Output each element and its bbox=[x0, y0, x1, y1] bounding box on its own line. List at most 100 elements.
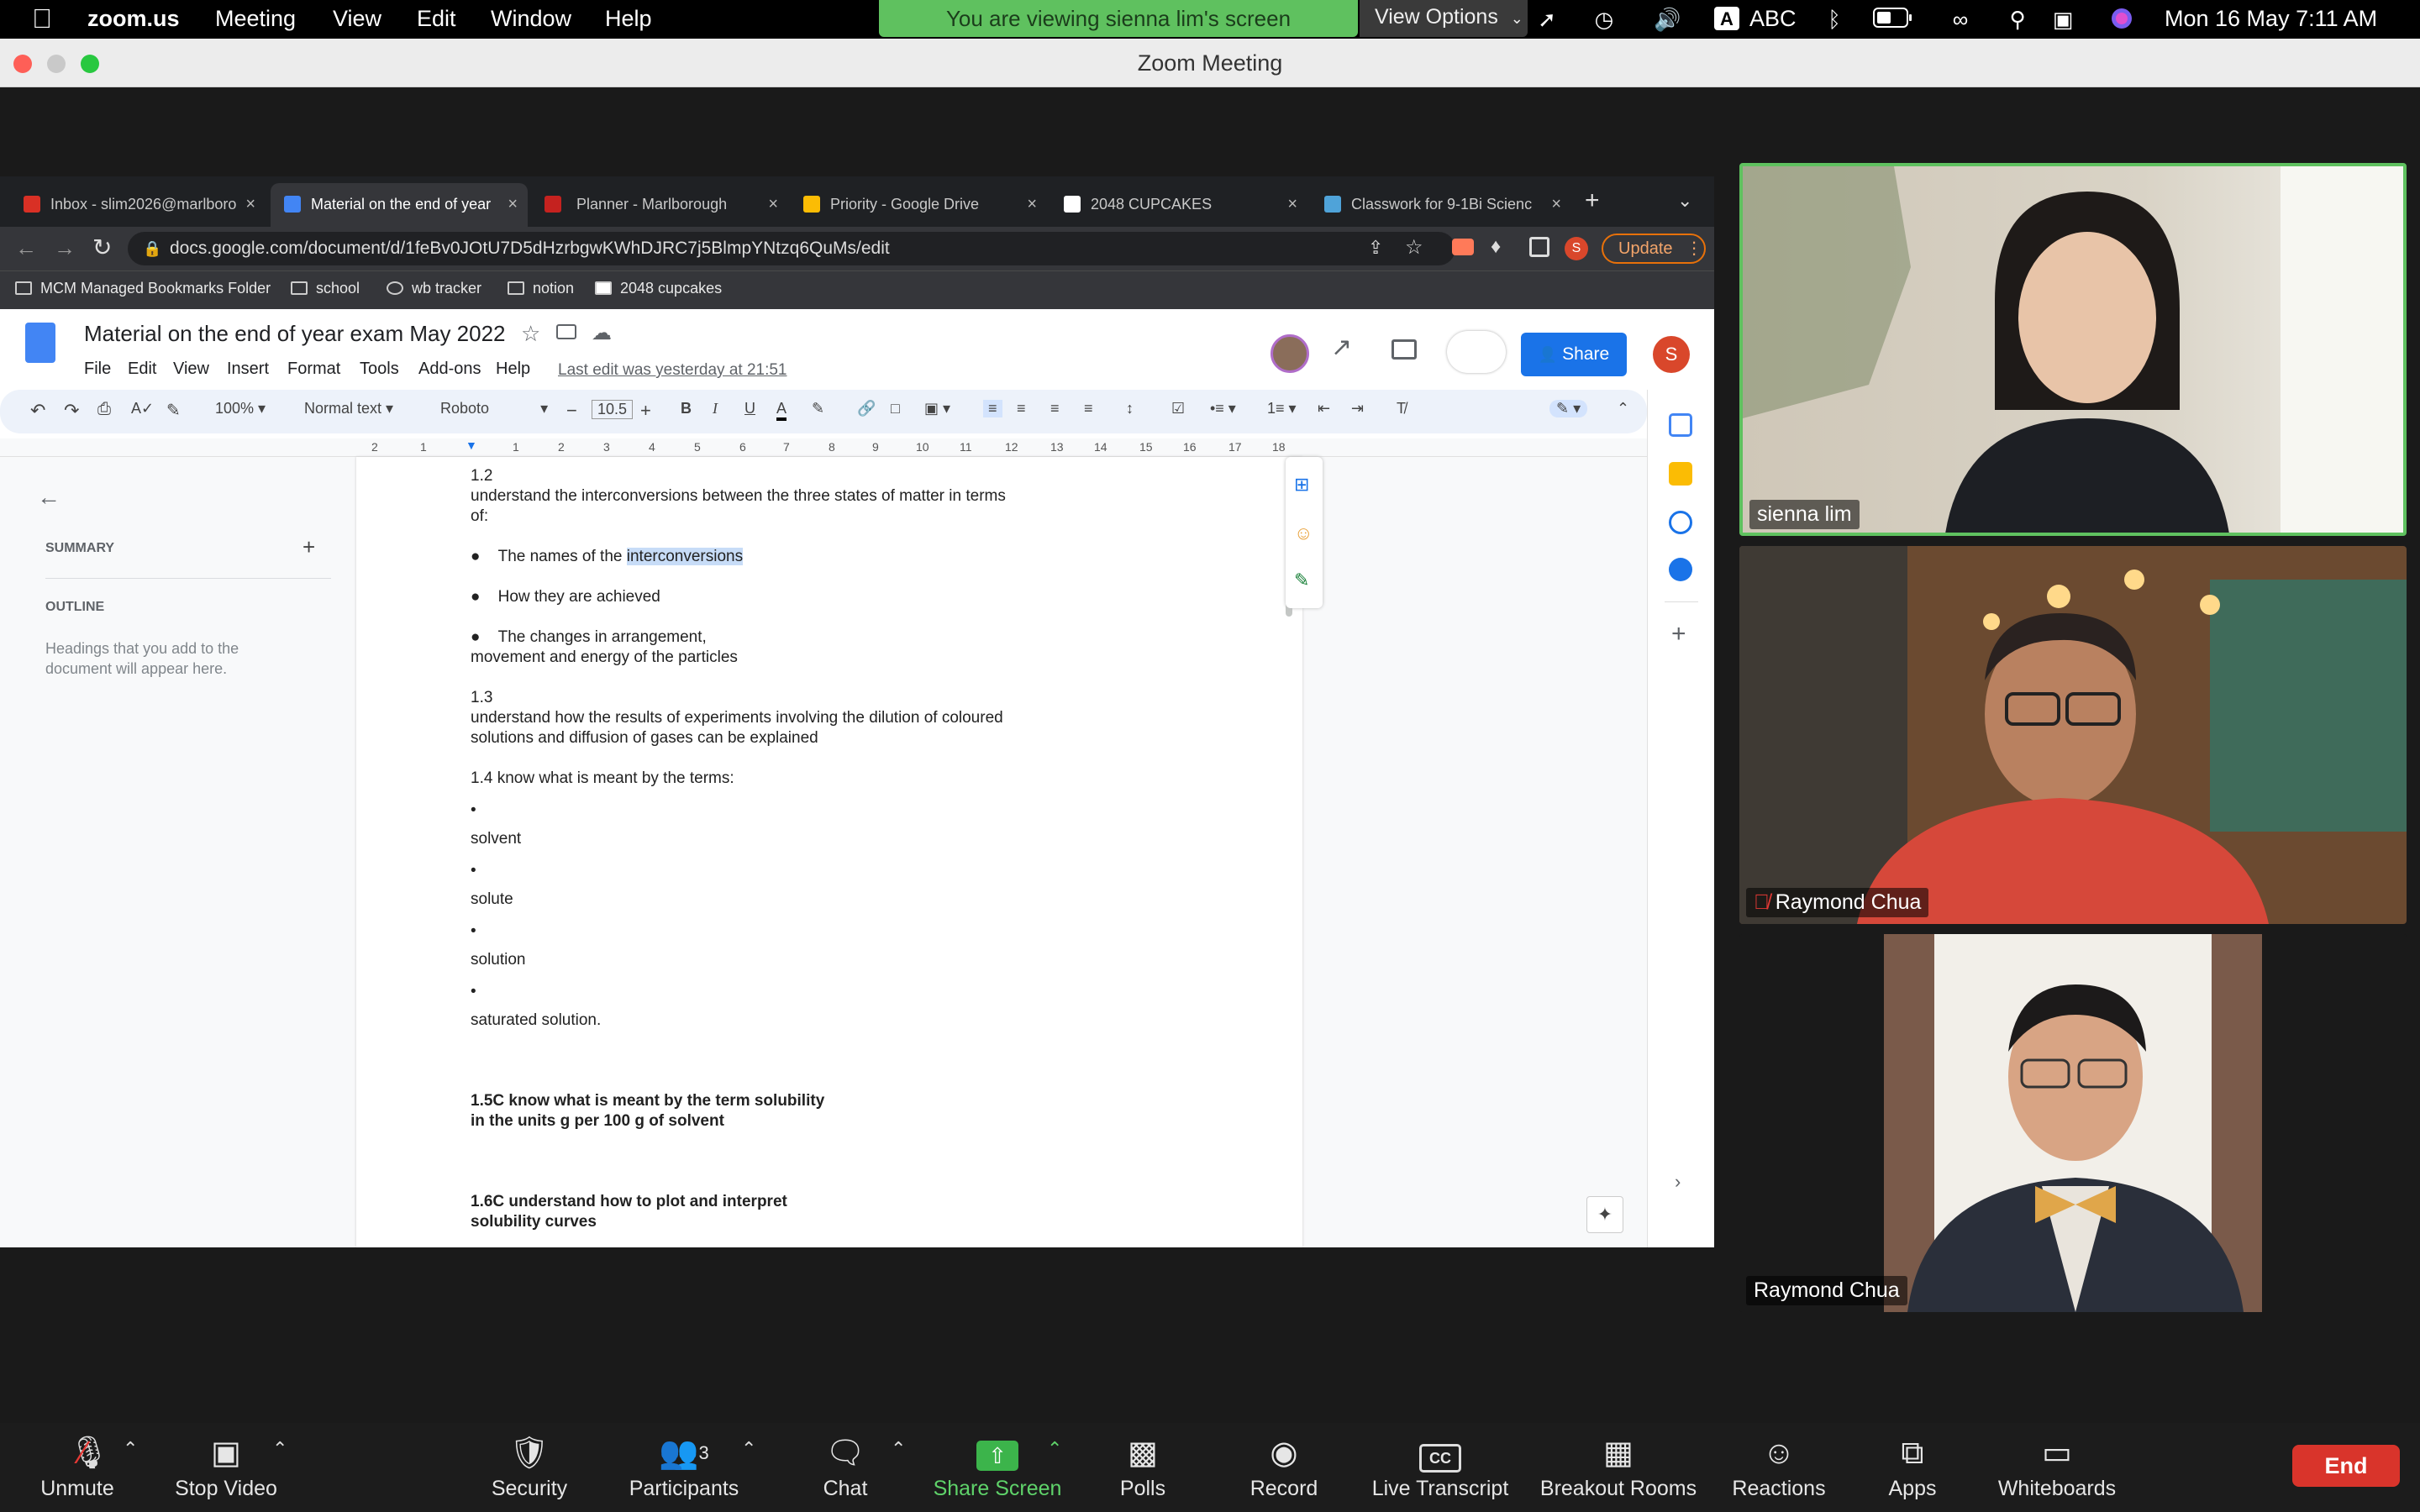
menu-meeting[interactable]: Meeting bbox=[215, 6, 296, 32]
decrease-indent-icon[interactable]: ⇤ bbox=[1318, 400, 1330, 417]
spellcheck-icon[interactable]: A✓ bbox=[131, 400, 154, 417]
star-icon[interactable]: ☆ bbox=[521, 321, 540, 347]
meet-join-icon[interactable] bbox=[1447, 331, 1506, 373]
back-icon[interactable]: ← bbox=[15, 235, 37, 261]
input-source-icon[interactable]: A bbox=[1714, 7, 1739, 30]
volume-icon[interactable]: 🔊 bbox=[1654, 7, 1681, 32]
bookmark-school[interactable]: school bbox=[291, 280, 360, 297]
share-options-chevron-icon[interactable]: ⌃ bbox=[1047, 1438, 1062, 1460]
close-outline-arrow-icon[interactable]: ← bbox=[37, 484, 60, 511]
input-source-label[interactable]: ABC bbox=[1749, 6, 1797, 32]
docs-menu-tools[interactable]: Tools bbox=[360, 360, 399, 379]
browser-tab-cupcakes[interactable]: 2048 CUPCAKES × bbox=[1050, 183, 1307, 227]
extension-icon[interactable] bbox=[1452, 239, 1474, 255]
numbered-list-icon[interactable]: 1≡ ▾ bbox=[1267, 400, 1297, 417]
add-comment-icon[interactable]: ⊞ bbox=[1294, 474, 1309, 496]
bookmark-managed-folder[interactable]: MCM Managed Bookmarks Folder bbox=[15, 280, 271, 297]
browser-tab-drive[interactable]: Priority - Google Drive × bbox=[790, 183, 1047, 227]
live-transcript-button[interactable]: CC Live Transcript bbox=[1366, 1433, 1514, 1509]
style-select[interactable]: Normal text ▾ bbox=[304, 400, 393, 417]
bookmark-wb-tracker[interactable]: wb tracker bbox=[387, 280, 481, 297]
zoom-select[interactable]: 100% ▾ bbox=[215, 400, 266, 417]
menu-help[interactable]: Help bbox=[605, 6, 652, 32]
participants-options-chevron-icon[interactable]: ⌃ bbox=[741, 1438, 756, 1460]
new-tab-icon[interactable]: + bbox=[1585, 186, 1600, 215]
extensions-puzzle-icon[interactable]: ♦ bbox=[1491, 235, 1501, 259]
siri-icon[interactable] bbox=[2109, 7, 2134, 32]
docs-menu-help[interactable]: Help bbox=[496, 360, 530, 379]
bookmark-notion[interactable]: notion bbox=[508, 280, 574, 297]
browser-tab-planner[interactable]: Planner - Marlborough × bbox=[531, 183, 788, 227]
insert-link-icon[interactable]: 🔗 bbox=[857, 400, 876, 417]
forward-icon[interactable]: → bbox=[54, 235, 76, 261]
security-button[interactable]: 🛡 Security bbox=[487, 1433, 571, 1509]
checklist-icon[interactable]: ☑ bbox=[1171, 400, 1185, 417]
contacts-icon[interactable] bbox=[1669, 558, 1692, 581]
screen-mirroring-icon[interactable]: ∞ bbox=[1948, 7, 1973, 32]
profile-avatar[interactable]: S bbox=[1565, 237, 1588, 260]
docs-share-button[interactable]: 👤 Share bbox=[1521, 333, 1627, 376]
browser-tab-docs[interactable]: Material on the end of year × bbox=[271, 183, 528, 227]
browser-tab-classwork[interactable]: Classwork for 9-1Bi Scienc × bbox=[1311, 183, 1571, 227]
align-left-icon[interactable]: ≡ bbox=[983, 400, 1002, 417]
battery-icon[interactable] bbox=[1872, 7, 1914, 32]
bluetooth-icon[interactable]: ᛒ bbox=[1822, 7, 1847, 32]
reload-icon[interactable]: ↻ bbox=[92, 234, 112, 261]
get-addons-icon[interactable]: + bbox=[1671, 620, 1686, 648]
url-field[interactable]: 🔒 docs.google.com/document/d/1feBv0JOtU7… bbox=[128, 232, 1455, 265]
calendar-icon[interactable] bbox=[1669, 413, 1692, 437]
tab-search-chevron-icon[interactable]: ⌄ bbox=[1677, 190, 1692, 212]
menu-edit[interactable]: Edit bbox=[417, 6, 456, 32]
collapse-menus-chevron-icon[interactable]: ⌃ bbox=[1617, 400, 1629, 417]
polls-button[interactable]: ▩ Polls bbox=[1109, 1433, 1176, 1509]
shared-screen[interactable]: Inbox - slim2026@marlboro × Material on … bbox=[0, 176, 1714, 1247]
bold-icon[interactable]: B bbox=[681, 400, 692, 417]
side-panel-icon[interactable] bbox=[1529, 237, 1549, 257]
close-tab-icon[interactable]: × bbox=[508, 183, 518, 225]
increase-font-size-icon[interactable]: + bbox=[640, 400, 651, 422]
insert-image-icon[interactable]: ▣ ▾ bbox=[924, 400, 950, 417]
view-options-button[interactable]: View Options ⌄ bbox=[1360, 0, 1528, 37]
tasks-icon[interactable] bbox=[1669, 511, 1692, 534]
clear-formatting-icon[interactable]: T̸ bbox=[1397, 400, 1406, 417]
bulleted-list-icon[interactable]: •≡ ▾ bbox=[1210, 400, 1236, 417]
apps-button[interactable]: ⧉ Apps bbox=[1879, 1433, 1946, 1509]
highlight-color-icon[interactable]: ✎ bbox=[812, 400, 824, 417]
stop-video-button[interactable]: ▣ Stop Video bbox=[173, 1433, 279, 1509]
close-tab-icon[interactable]: × bbox=[768, 183, 778, 225]
bookmark-2048-cupcakes[interactable]: 2048 cupcakes bbox=[595, 280, 722, 297]
align-center-icon[interactable]: ≡ bbox=[1017, 400, 1026, 417]
keep-icon[interactable] bbox=[1669, 462, 1692, 486]
suggest-edits-icon[interactable]: ✎ bbox=[1294, 570, 1309, 591]
menu-view[interactable]: View bbox=[333, 6, 381, 32]
horizontal-ruler[interactable]: 2 1 ▼ 1 2 3 4 5 6 7 8 9 10 11 12 13 14 1… bbox=[0, 438, 1647, 457]
reactions-button[interactable]: ☺ Reactions bbox=[1729, 1433, 1828, 1509]
close-tab-icon[interactable]: × bbox=[1287, 183, 1297, 225]
apple-icon[interactable]:  bbox=[32, 3, 52, 34]
docs-menu-file[interactable]: File bbox=[84, 360, 111, 379]
show-side-panel-chevron-icon[interactable]: › bbox=[1675, 1171, 1681, 1193]
video-tile-raymond-2[interactable]: Raymond Chua bbox=[1739, 934, 2407, 1312]
comments-icon[interactable] bbox=[1392, 339, 1417, 360]
print-icon[interactable]: ⎙ bbox=[97, 400, 111, 419]
menu-window[interactable]: Window bbox=[491, 6, 571, 32]
explore-icon[interactable]: ✦ bbox=[1586, 1196, 1623, 1233]
share-screen-button[interactable]: ⇧ Share Screen bbox=[929, 1433, 1065, 1509]
move-folder-icon[interactable] bbox=[556, 324, 576, 339]
bookmark-star-icon[interactable]: ☆ bbox=[1405, 235, 1423, 260]
decrease-font-size-icon[interactable]: − bbox=[566, 400, 577, 422]
close-tab-icon[interactable]: × bbox=[1551, 183, 1561, 225]
docs-menu-insert[interactable]: Insert bbox=[227, 360, 269, 379]
document-page[interactable]: 1.2 understand the interconversions betw… bbox=[356, 457, 1302, 1247]
chat-options-chevron-icon[interactable]: ⌃ bbox=[891, 1438, 906, 1460]
unmute-button[interactable]: 🎙∕ Unmute bbox=[34, 1433, 121, 1509]
line-spacing-icon[interactable]: ↕ bbox=[1126, 400, 1134, 417]
last-edit-link[interactable]: Last edit was yesterday at 21:51 bbox=[558, 361, 787, 380]
control-center-icon[interactable]: ▣ bbox=[2050, 7, 2075, 32]
menubar-clock[interactable]: Mon 16 May 7:11 AM bbox=[2165, 6, 2377, 32]
add-summary-icon[interactable]: + bbox=[302, 534, 315, 560]
whiteboards-button[interactable]: ▭ Whiteboards bbox=[1995, 1433, 2119, 1509]
close-tab-icon[interactable]: × bbox=[1027, 183, 1037, 225]
app-menu-zoom[interactable]: zoom.us bbox=[87, 6, 180, 32]
add-comment-icon[interactable]: □ bbox=[891, 400, 900, 417]
